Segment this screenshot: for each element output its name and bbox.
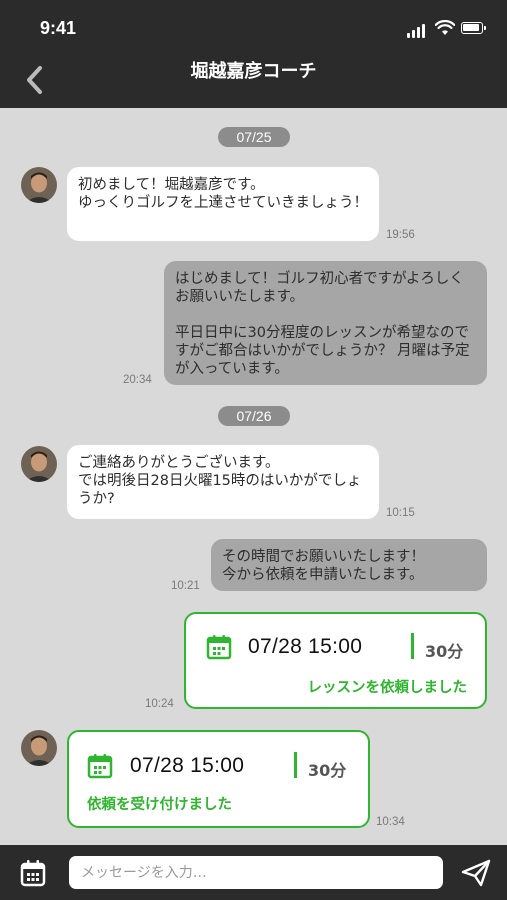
lesson-datetime: 07/28 15:00: [248, 635, 363, 658]
message-time: 10:21: [171, 580, 200, 592]
wifi-icon: [435, 20, 455, 35]
card-divider: [411, 633, 414, 659]
message-time: 19:56: [386, 229, 415, 241]
calendar-button[interactable]: [20, 859, 46, 887]
lesson-request-card[interactable]: 07/28 15:00 30分 レッスンを依頼しました: [184, 612, 487, 709]
chat-area[interactable]: 07/25 初めまして！堀越嘉彦です。 ゆっくりゴルフを上達させていきましょう！…: [0, 108, 507, 845]
lesson-status: 依頼を受け付けました: [87, 797, 232, 813]
lesson-datetime: 07/28 15:00: [130, 754, 245, 777]
top-bar: 9:41 堀越嘉彦コーチ: [0, 0, 507, 108]
calendar-icon: [87, 754, 113, 779]
battery-icon: [461, 22, 486, 34]
message-bubble: ご連絡ありがとうございます。 では明後日28日火曜15時のはいかがでしょうか?: [67, 445, 379, 519]
lesson-duration: 30分: [425, 642, 464, 661]
message-time: 10:24: [145, 698, 174, 710]
message-time: 10:34: [376, 816, 405, 828]
lesson-duration: 30分: [308, 761, 347, 780]
calendar-icon: [20, 860, 46, 887]
message-input[interactable]: [69, 856, 443, 889]
lesson-accepted-card[interactable]: 07/28 15:00 30分 依頼を受け付けました: [67, 730, 370, 828]
coach-avatar: [21, 446, 57, 482]
coach-avatar: [21, 167, 57, 203]
date-separator: 07/25: [218, 127, 290, 147]
calendar-icon: [206, 635, 232, 660]
signal-bar: [417, 27, 420, 38]
message-bubble: 初めまして！堀越嘉彦です。 ゆっくりゴルフを上達させていきましょう！: [67, 167, 379, 241]
lesson-status: レッスンを依頼しました: [307, 680, 468, 696]
signal-bar: [412, 30, 415, 38]
signal-icon: [407, 33, 410, 38]
composer-bar: [0, 845, 507, 900]
send-icon: [461, 859, 491, 887]
coach-avatar: [21, 730, 57, 766]
status-time: 9:41: [40, 18, 77, 38]
page-title: 堀越嘉彦コーチ: [190, 61, 317, 82]
date-separator: 07/26: [218, 406, 290, 426]
status-icons: [407, 20, 486, 38]
send-button[interactable]: [461, 859, 491, 887]
message-bubble: はじめまして！ゴルフ初心者ですがよろしくお願いいたします。 平日日中に30分程度…: [164, 261, 487, 385]
signal-bar: [422, 24, 425, 38]
message-time: 10:15: [386, 507, 415, 519]
message-time: 20:34: [123, 374, 152, 386]
message-bubble: その時間でお願いいたします！ 今から依頼を申請いたします。: [211, 539, 487, 591]
card-divider: [294, 752, 297, 778]
